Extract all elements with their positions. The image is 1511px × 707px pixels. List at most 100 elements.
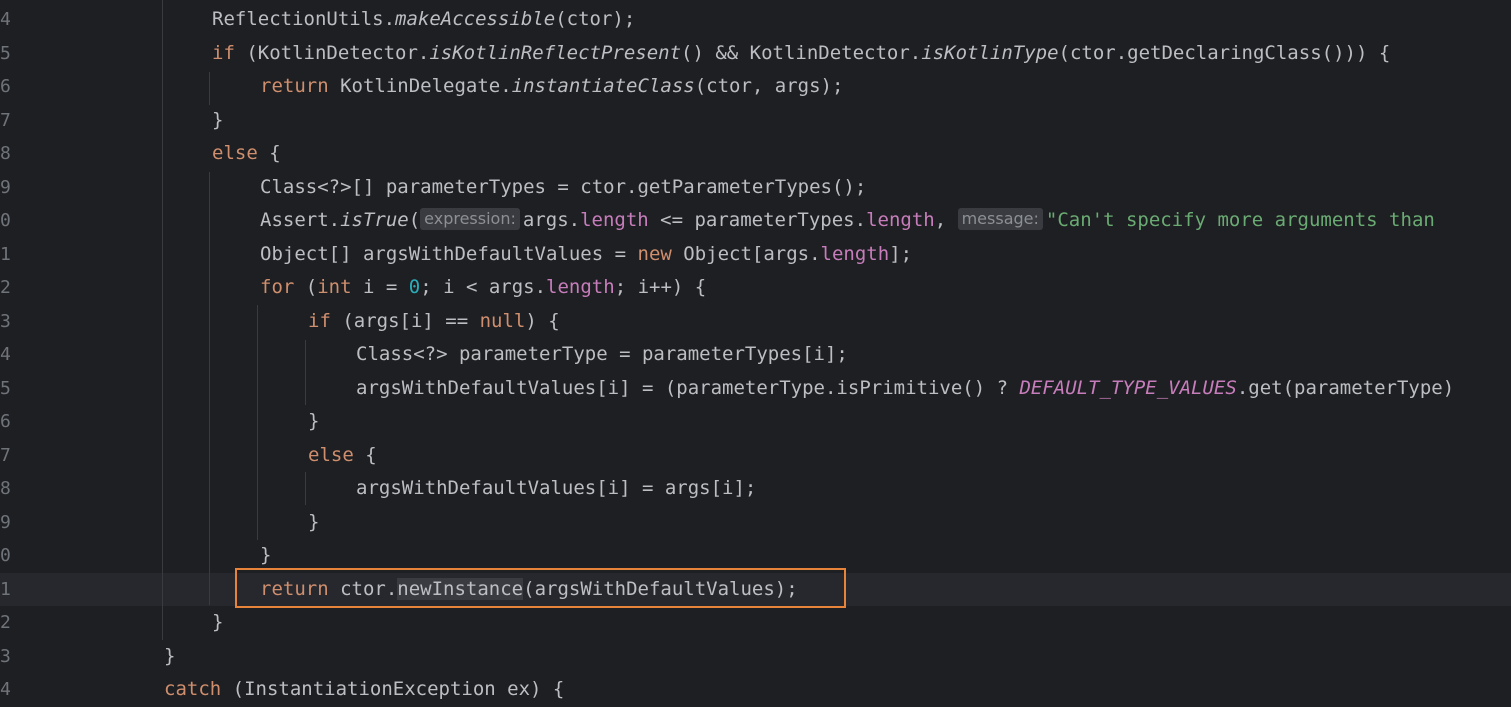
line-number: 9 xyxy=(0,511,11,533)
code-token: else xyxy=(212,142,270,164)
code-token: .get(parameterType) xyxy=(1236,376,1455,399)
code-line[interactable]: 7} xyxy=(0,104,1511,138)
code-line[interactable]: 1 return ctor.newInstance(argsWithDefault… xyxy=(0,572,1511,607)
code-line[interactable]: 5 if (KotlinDetector.isKotlinReflectPrese… xyxy=(0,37,1511,71)
code-token: null xyxy=(479,309,526,332)
code-text: ReflectionUtils.makeAccessible(ctor); xyxy=(212,3,635,37)
code-token: args. xyxy=(522,209,581,231)
code-line[interactable]: 5 argsWithDefaultValues[i] = (parameterTy… xyxy=(0,372,1511,406)
code-token: KotlinDelegate. xyxy=(340,75,512,97)
code-token: (args[i] == xyxy=(342,309,480,332)
line-number: 2 xyxy=(0,277,11,298)
code-token: ctor. xyxy=(340,577,398,600)
code-text: return ctor.newInstance(argsWithDefaultV… xyxy=(260,573,798,607)
code-line[interactable]: 4 Class<?> parameterType = parameterTypes… xyxy=(0,338,1511,372)
code-token: (argsWithDefaultValues); xyxy=(523,577,798,600)
line-number: 6 xyxy=(0,76,11,97)
code-token: Assert. xyxy=(260,209,341,231)
code-token: for xyxy=(260,276,306,298)
line-number: 4 xyxy=(0,9,11,30)
code-token: newInstance xyxy=(397,577,524,600)
code-token: ; i < args. xyxy=(420,276,547,298)
code-token: else xyxy=(308,443,366,466)
code-token: catch xyxy=(164,678,233,700)
code-token: return xyxy=(260,577,341,600)
code-line[interactable]: 8 else { xyxy=(0,137,1511,171)
code-line[interactable]: 4 ReflectionUtils.makeAccessible(ctor); xyxy=(0,3,1511,37)
code-text: Class<?>[] parameterTypes = ctor.getPara… xyxy=(260,171,866,205)
code-token: length xyxy=(546,276,615,298)
code-line[interactable]: 3} xyxy=(0,640,1511,674)
line-number: 1 xyxy=(0,243,11,265)
code-token: () && KotlinDetector. xyxy=(681,41,922,64)
code-token: <= parameterTypes. xyxy=(648,209,867,231)
code-token: ]; xyxy=(889,242,913,265)
code-token: int xyxy=(317,276,363,298)
code-line[interactable]: 6 return KotlinDelegate.instantiateClass(… xyxy=(0,70,1511,104)
code-line[interactable]: 8 argsWithDefaultValues[i] = args[i]; xyxy=(0,472,1511,506)
code-token: new xyxy=(637,242,684,265)
code-token: (InstantiationException ex) { xyxy=(232,678,565,700)
code-token: } xyxy=(308,410,320,432)
code-line[interactable]: 6} xyxy=(0,405,1511,439)
code-token: { xyxy=(269,142,281,164)
code-text: Object[] argsWithDefaultValues = new Obj… xyxy=(260,238,912,272)
code-text: if (KotlinDetector.isKotlinReflectPresen… xyxy=(212,37,1390,71)
line-number: 9 xyxy=(0,176,11,198)
code-token: isTrue xyxy=(340,209,409,231)
parameter-hint: message: xyxy=(957,208,1043,230)
code-text: else { xyxy=(212,137,281,171)
code-line[interactable]: 2} xyxy=(0,606,1511,640)
code-line[interactable]: 4 catch (InstantiationException ex) { xyxy=(0,673,1511,707)
code-token: instantiateClass xyxy=(511,75,695,97)
code-token: } xyxy=(308,510,320,533)
line-number: 8 xyxy=(0,478,11,499)
code-token: , xyxy=(934,209,958,231)
code-text: argsWithDefaultValues[i] = (parameterTyp… xyxy=(356,372,1454,406)
code-line[interactable]: 7 else { xyxy=(0,439,1511,473)
indent-guide xyxy=(209,172,210,605)
line-number: 8 xyxy=(0,143,11,164)
code-text: } xyxy=(212,104,223,138)
code-text: return KotlinDelegate.instantiateClass(c… xyxy=(260,70,843,104)
indent-guide xyxy=(162,0,163,640)
code-token: makeAccessible xyxy=(395,8,556,30)
code-token: length xyxy=(866,209,935,231)
line-number: 1 xyxy=(0,578,11,600)
code-token: return xyxy=(260,75,341,97)
code-line[interactable]: 3 if (args[i] == null) { xyxy=(0,305,1511,339)
code-token: (ctor.getDeclaringClass())) { xyxy=(1058,41,1391,64)
code-token: ) { xyxy=(525,309,560,332)
code-line[interactable]: 9 Class<?>[] parameterTypes = ctor.getPar… xyxy=(0,171,1511,205)
code-text: catch (InstantiationException ex) { xyxy=(164,673,564,707)
line-number: 0 xyxy=(0,210,11,231)
code-token: } xyxy=(212,108,224,131)
code-line[interactable]: 0 Assert.isTrue(expression: args.length <=… xyxy=(0,204,1511,238)
code-text: Assert.isTrue(expression: args.length <= … xyxy=(260,204,1435,238)
indent-guide xyxy=(257,305,258,540)
code-text: } xyxy=(308,405,319,439)
code-line[interactable]: 2 for (int i = 0; i < args.length; i++) { xyxy=(0,271,1511,305)
code-line[interactable]: 1 Object[] argsWithDefaultValues = new Ob… xyxy=(0,238,1511,272)
code-text: } xyxy=(212,606,223,640)
line-number: 2 xyxy=(0,612,11,633)
code-token: if xyxy=(212,41,247,64)
indent-guide xyxy=(305,340,306,405)
code-token: Object[] argsWithDefaultValues = xyxy=(260,242,638,265)
line-number: 0 xyxy=(0,545,11,566)
line-number: 4 xyxy=(0,679,11,700)
code-token: isKotlinReflectPresent xyxy=(429,41,682,64)
code-text: } xyxy=(260,539,271,573)
code-line[interactable]: 9} xyxy=(0,506,1511,540)
code-editor[interactable]: 4 ReflectionUtils.makeAccessible(ctor); 5 i… xyxy=(0,0,1511,700)
line-number: 4 xyxy=(0,344,11,365)
code-token: DEFAULT_TYPE_VALUES xyxy=(1019,376,1237,399)
line-number: 5 xyxy=(0,42,11,64)
code-text: if (args[i] == null) { xyxy=(308,305,560,339)
code-token: ( xyxy=(305,276,318,298)
code-token: (ctor, args); xyxy=(694,75,844,97)
code-token: ; i++) { xyxy=(614,276,707,298)
code-token: Class<?> parameterType = parameterTypes[… xyxy=(356,343,848,365)
code-line[interactable]: 0} xyxy=(0,539,1511,573)
code-text: argsWithDefaultValues[i] = args[i]; xyxy=(356,472,756,506)
